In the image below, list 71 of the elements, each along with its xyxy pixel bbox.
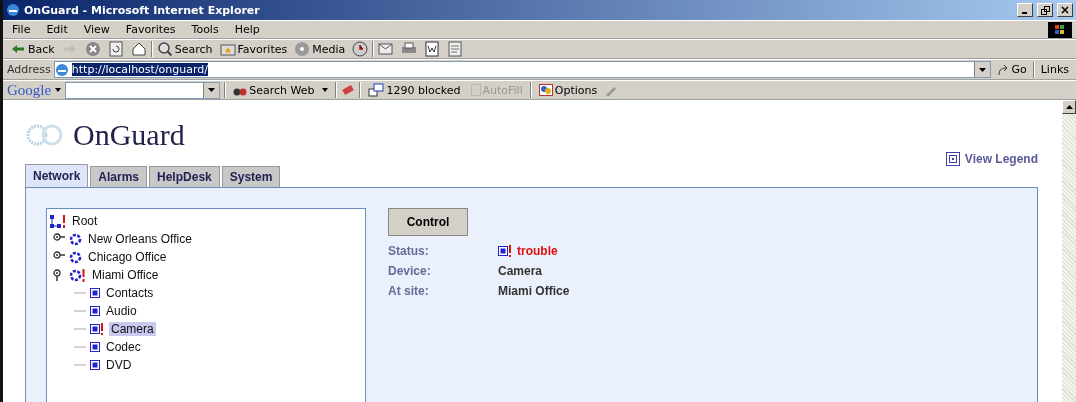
legend-icon (945, 152, 960, 166)
back-button[interactable]: Back (7, 40, 58, 58)
popup-blocker-button[interactable]: 1290 blocked (365, 81, 464, 99)
windows-flag-icon (1048, 21, 1072, 38)
address-field[interactable]: http://localhost/onguard/ (53, 61, 992, 78)
google-logo[interactable]: Google (7, 81, 52, 99)
tree-item[interactable]: Audio (104, 304, 139, 318)
address-label: Address (7, 63, 51, 76)
restore-button[interactable] (1037, 3, 1053, 17)
google-search-field[interactable] (65, 81, 221, 99)
page-icon (54, 62, 69, 77)
view-legend-link[interactable]: View Legend (945, 152, 1038, 166)
field-label: Device: (388, 264, 432, 278)
caret-icon[interactable] (55, 88, 62, 92)
search-web-button[interactable]: Search Web (230, 81, 332, 99)
go-arrow-icon (997, 63, 1010, 76)
eraser-icon[interactable] (341, 83, 356, 97)
windows-stack-icon (368, 83, 385, 97)
options-button[interactable]: Options (535, 81, 601, 99)
tab[interactable]: Alarms (90, 166, 148, 187)
history-clock-icon (352, 41, 369, 57)
close-icon (1061, 6, 1069, 14)
tab[interactable]: HelpDesk (149, 166, 220, 187)
home-icon (130, 41, 147, 57)
device-alert-icon (498, 245, 513, 257)
browser-logo-icon (6, 3, 20, 17)
tree-item[interactable]: Miami Office (90, 268, 161, 282)
tree-item[interactable]: Root (70, 214, 100, 228)
search-button[interactable]: Search (153, 40, 216, 58)
field-label: Status: (388, 244, 430, 258)
favorites-button[interactable]: Favorites (216, 40, 291, 58)
control-button[interactable]: Control (388, 208, 468, 236)
menu-item[interactable]: View (78, 23, 115, 36)
caret-icon (322, 88, 329, 92)
logo-rings-icon (25, 123, 65, 147)
scrollbar[interactable] (1062, 100, 1076, 402)
field-value: Camera (498, 264, 544, 278)
media-disc-icon (294, 41, 311, 57)
minimize-button[interactable] (1017, 3, 1033, 17)
tab[interactable]: System (221, 166, 281, 187)
links-button[interactable]: Links (1037, 60, 1072, 79)
tree-item[interactable]: Camera (109, 322, 156, 336)
mail-icon (378, 41, 395, 57)
up-arrow-icon (1065, 105, 1073, 109)
magnifier-icon (156, 41, 173, 57)
field-value: trouble (498, 244, 570, 258)
go-button[interactable]: Go (994, 60, 1030, 79)
menu-item[interactable]: Tools (186, 23, 224, 36)
onguard-logo: OnGuard (73, 118, 185, 152)
menu-item[interactable]: Edit (41, 23, 73, 36)
scroll-up-button[interactable] (1062, 100, 1076, 114)
menu-item[interactable]: Favorites (120, 23, 181, 36)
tree-item[interactable]: New Orleans Office (86, 232, 194, 246)
restore-icon (1040, 5, 1050, 15)
close-button[interactable] (1057, 3, 1073, 17)
tab[interactable]: Network (25, 164, 89, 187)
tree-item[interactable]: Chicago Office (86, 250, 169, 264)
notes-icon (447, 41, 464, 57)
tree-item[interactable]: Contacts (104, 286, 156, 300)
window-title: OnGuard - Microsoft Internet Explorer (24, 3, 261, 17)
media-button[interactable]: Media (291, 40, 349, 58)
menu-item[interactable]: Help (229, 23, 265, 36)
refresh-icon (107, 41, 124, 57)
tree-item[interactable]: Codec (104, 340, 143, 354)
tree-item[interactable]: DVD (104, 358, 134, 372)
menu-item[interactable]: File (7, 23, 36, 36)
field-label: At site: (388, 284, 430, 298)
field-value: Miami Office (498, 284, 570, 298)
stop-icon (84, 41, 101, 57)
form-icon (470, 84, 481, 96)
options-icon (538, 84, 553, 96)
